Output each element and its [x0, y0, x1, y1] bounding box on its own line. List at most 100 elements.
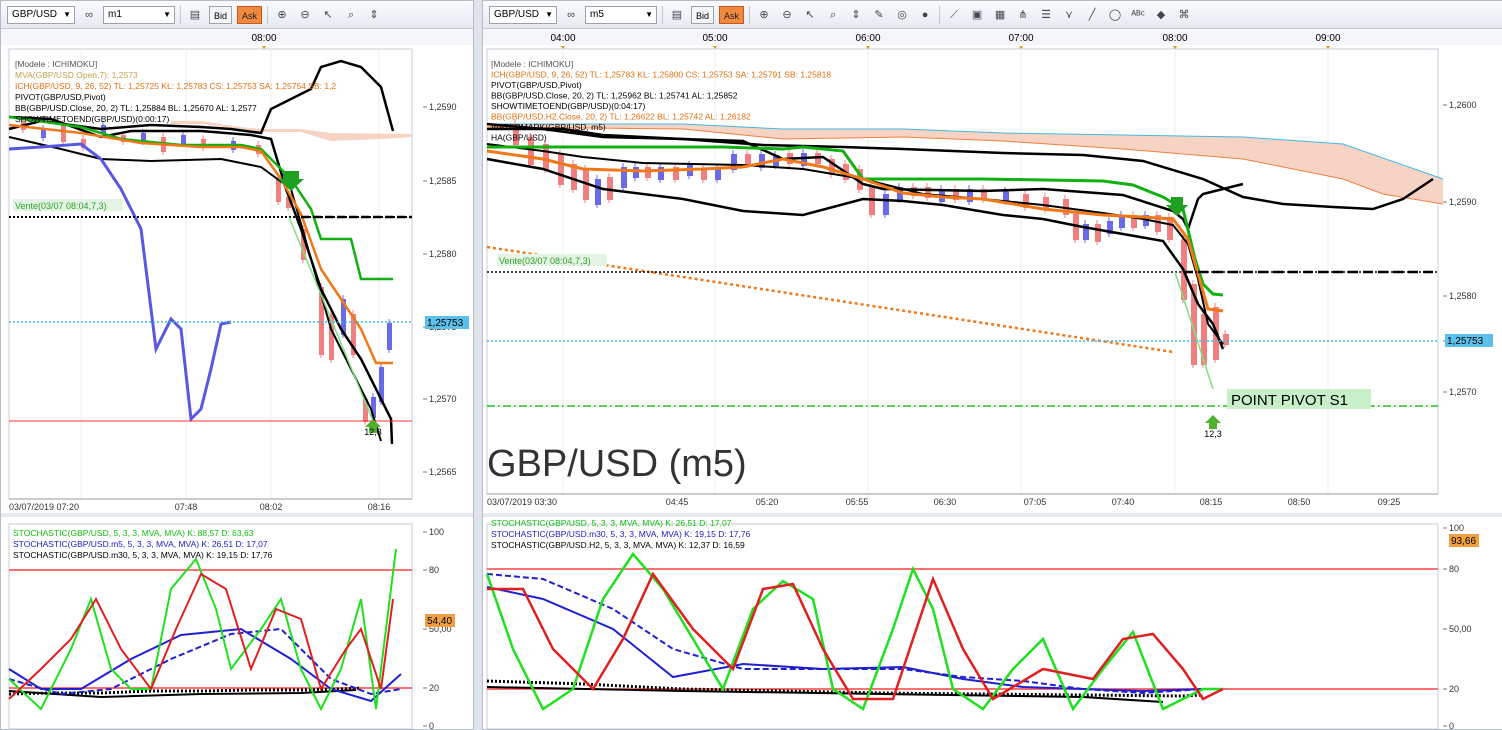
zoom-area-icon[interactable]: ⌕ — [824, 6, 842, 24]
ask-button[interactable]: Ask — [237, 5, 263, 24]
link-icon[interactable]: ∞ — [80, 6, 98, 24]
legend-entry: MVA(GBP/USD.Open,7): 1,2573 — [15, 70, 138, 80]
chart-type-icon[interactable]: ▤ — [668, 6, 686, 24]
eye-icon[interactable]: ◎ — [893, 6, 911, 24]
candle — [41, 129, 46, 138]
legend-entry: PIVOT(GBP/USD,Pivot) — [15, 92, 106, 102]
toolbar-divider — [749, 5, 751, 24]
time-tick-label: 08:15 — [1200, 497, 1223, 507]
pitchfork-icon[interactable]: ⋎ — [1060, 6, 1078, 24]
legend-entry: STOCHASTIC(GBP/USD.H2, 5, 3, 3, MVA, MVA… — [491, 540, 745, 550]
pivot-label: POINT PIVOT S1 — [1231, 392, 1348, 409]
osc-badge-text: 93,66 — [1451, 536, 1476, 547]
legend-entry: BB(GBP/USD.H2.Close, 20, 2) TL: 1,26622 … — [491, 112, 751, 122]
trendline-icon[interactable]: ╱ — [1083, 6, 1101, 24]
price-tick-label: 1,2590 — [429, 102, 457, 112]
ruler-icon[interactable]: ⟋ — [945, 6, 963, 24]
cursor-icon[interactable]: ↖ — [801, 6, 819, 24]
time-header — [483, 29, 1502, 45]
zoom-out-icon[interactable]: ⊖ — [296, 6, 314, 24]
right-toolbar: GBP/USD ▼ ∞ m5 ▼ ▤ Bid Ask ⊕ ⊖ ↖ ⌕ ⇕ ✎ ◎ ●… — [483, 1, 1502, 29]
candle — [276, 179, 281, 202]
legend-entry: STOCHASTIC(GBP/USD.m30, 5, 3, 3, MVA, MV… — [491, 529, 751, 539]
note-icon[interactable]: ✎ — [870, 6, 888, 24]
osc-tick-label: 80 — [1449, 564, 1459, 574]
candle — [633, 167, 639, 178]
price-tick-label: 1,2570 — [429, 394, 457, 404]
zoom-in-icon[interactable]: ⊕ — [755, 6, 773, 24]
ellipse-icon[interactable]: ◯ — [1106, 6, 1124, 24]
bid-button[interactable]: Bid — [691, 5, 715, 24]
legend-entry: WATERMARK(GBP/USD, m5) — [491, 122, 606, 132]
candle — [558, 154, 564, 185]
candle — [745, 154, 751, 165]
legend-entry: STOCHASTIC(GBP/USD, 5, 3, 3, MVA, MVA) K… — [491, 518, 732, 528]
osc-tick-label: 100 — [1449, 523, 1464, 533]
time-tick-label: 09:25 — [1378, 497, 1401, 507]
cursor-icon[interactable]: ↖ — [319, 6, 337, 24]
top-time-label: 09:00 — [1315, 33, 1340, 44]
left-timeframe-select[interactable]: m1 ▼ — [103, 5, 175, 24]
candle — [701, 169, 707, 180]
fibonacci-icon[interactable]: ⋔ — [1014, 6, 1032, 24]
legend-entry: HA(GBP/USD) — [491, 133, 547, 143]
time-tick-label: 07:40 — [1112, 497, 1135, 507]
legend-entry: STOCHASTIC(GBP/USD, 5, 3, 3, MVA, MVA) K… — [13, 528, 254, 538]
chevron-down-icon: ▼ — [163, 9, 171, 19]
symbol-label: GBP/USD — [12, 9, 58, 20]
candle — [181, 135, 186, 144]
fit-icon[interactable]: ⇕ — [847, 6, 865, 24]
symbol-label: GBP/USD — [494, 9, 540, 20]
candle — [595, 179, 601, 205]
vente-label: Vente(03/07 08:04,7,3) — [15, 201, 107, 211]
link-icon[interactable]: ∞ — [562, 6, 580, 24]
right-symbol-select[interactable]: GBP/USD ▼ — [489, 5, 557, 24]
zoom-area-icon[interactable]: ⌕ — [342, 6, 360, 24]
tree-icon[interactable]: ⌘ — [1175, 6, 1193, 24]
time-tick-label: 05:55 — [846, 497, 869, 507]
price-tick-label: 1,2590 — [1449, 197, 1477, 207]
right-timeframe-select[interactable]: m5 ▼ — [585, 5, 657, 24]
zoom-out-icon[interactable]: ⊖ — [778, 6, 796, 24]
globe-icon[interactable]: ● — [916, 6, 934, 24]
osc-tick-label: 20 — [429, 683, 439, 693]
osc-tick-label: 20 — [1449, 684, 1459, 694]
legend-entry: SHOWTIMETOEND(GBP/USD)(0:04:17) — [491, 101, 645, 111]
fit-icon[interactable]: ⇕ — [365, 6, 383, 24]
signal-value: 12,3 — [364, 427, 382, 437]
chart-type-icon[interactable]: ▤ — [186, 6, 204, 24]
timeframe-label: m1 — [108, 9, 122, 20]
osc-tick-label: 100 — [429, 527, 444, 537]
time-tick-label: 07:48 — [175, 502, 198, 512]
top-time-label: 08:00 — [1162, 33, 1187, 44]
candle — [387, 323, 392, 350]
layout-icon[interactable]: ▦ — [991, 6, 1009, 24]
text-icon[interactable]: ᴬᴮᶜ — [1129, 6, 1147, 24]
watermark: GBP/USD (m5) — [487, 443, 747, 485]
vente-label: Vente(03/07 08:04,7,3) — [499, 256, 591, 266]
pane-divider[interactable] — [1, 513, 473, 517]
bid-button[interactable]: Bid — [209, 5, 233, 24]
top-time-label: 07:00 — [1008, 33, 1033, 44]
eraser-icon[interactable]: ◆ — [1152, 6, 1170, 24]
osc-badge-text: 54,40 — [427, 616, 452, 627]
candle — [883, 194, 889, 215]
price-tick-label: 1,2565 — [429, 467, 457, 477]
left-symbol-select[interactable]: GBP/USD ▼ — [7, 5, 75, 24]
osc-tick-label: 50,00 — [1449, 624, 1472, 634]
candle — [1223, 334, 1229, 345]
left-chart-svg: 08:00 12,3 Vente(03/07 08:04,7,3) [Model… — [1, 29, 473, 729]
legend-entry: [Modele : ICHIMOKU] — [491, 59, 573, 69]
pane-divider[interactable] — [483, 513, 1502, 517]
time-tick-label: 03/07/2019 07:20 — [9, 502, 79, 512]
legend-entry: ICH(GBP/USD, 9, 26, 52) TL: 1,25725 KL: … — [15, 81, 336, 91]
legend-entry: STOCHASTIC(GBP/USD.m30, 5, 3, 3, MVA, MV… — [13, 550, 273, 560]
toolbar-divider — [180, 5, 181, 24]
list-icon[interactable]: ☰ — [1037, 6, 1055, 24]
image-icon[interactable]: ▣ — [968, 6, 986, 24]
zoom-in-icon[interactable]: ⊕ — [273, 6, 291, 24]
right-chart-svg: 04:00 05:00 06:00 07:00 08:00 09:00 12,3 Vent… — [483, 29, 1502, 729]
ask-button[interactable]: Ask — [719, 5, 745, 24]
top-time-label: 06:00 — [855, 33, 880, 44]
candle — [645, 167, 651, 178]
